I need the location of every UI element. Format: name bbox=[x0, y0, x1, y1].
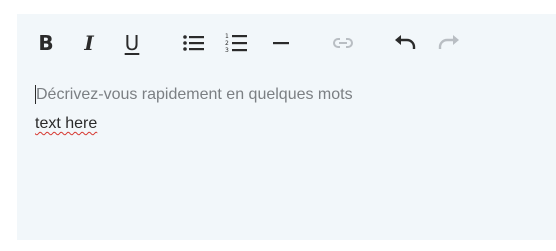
numbered-list-button[interactable]: 1 2 3 bbox=[222, 30, 252, 56]
placeholder-text: Décrivez-vous rapidement en quelques mot… bbox=[36, 86, 353, 103]
bulleted-list-icon bbox=[183, 35, 204, 51]
horizontal-rule-icon bbox=[273, 42, 289, 45]
editor-content[interactable]: Décrivez-vous rapidement en quelques mot… bbox=[35, 80, 536, 230]
numbered-list-icon: 1 2 3 bbox=[225, 33, 247, 54]
link-icon bbox=[333, 38, 353, 48]
svg-text:2: 2 bbox=[225, 40, 229, 47]
editor-text-line: text here bbox=[35, 109, 536, 138]
bold-button[interactable]: B bbox=[31, 30, 61, 56]
bold-icon: B bbox=[38, 31, 54, 55]
link-button[interactable] bbox=[328, 30, 358, 56]
editor-toolbar: B I U 1 2 3 bbox=[17, 14, 556, 72]
underline-icon: U bbox=[124, 31, 140, 55]
bulleted-list-button[interactable] bbox=[179, 30, 209, 56]
undo-button[interactable] bbox=[390, 30, 420, 56]
typed-text: text here bbox=[35, 115, 98, 132]
editor-placeholder: Décrivez-vous rapidement en quelques mot… bbox=[35, 80, 536, 109]
italic-button[interactable]: I bbox=[74, 30, 104, 56]
redo-button[interactable] bbox=[434, 30, 464, 56]
italic-icon: I bbox=[84, 31, 94, 55]
svg-text:3: 3 bbox=[225, 47, 229, 54]
svg-text:1: 1 bbox=[225, 33, 229, 40]
undo-icon bbox=[395, 35, 416, 49]
rich-text-editor: B I U 1 2 3 Décrivez-vous rapidement en … bbox=[17, 14, 556, 240]
redo-icon bbox=[438, 35, 459, 49]
horizontal-rule-button[interactable] bbox=[266, 30, 296, 56]
text-caret bbox=[35, 85, 36, 104]
underline-button[interactable]: U bbox=[117, 30, 147, 56]
